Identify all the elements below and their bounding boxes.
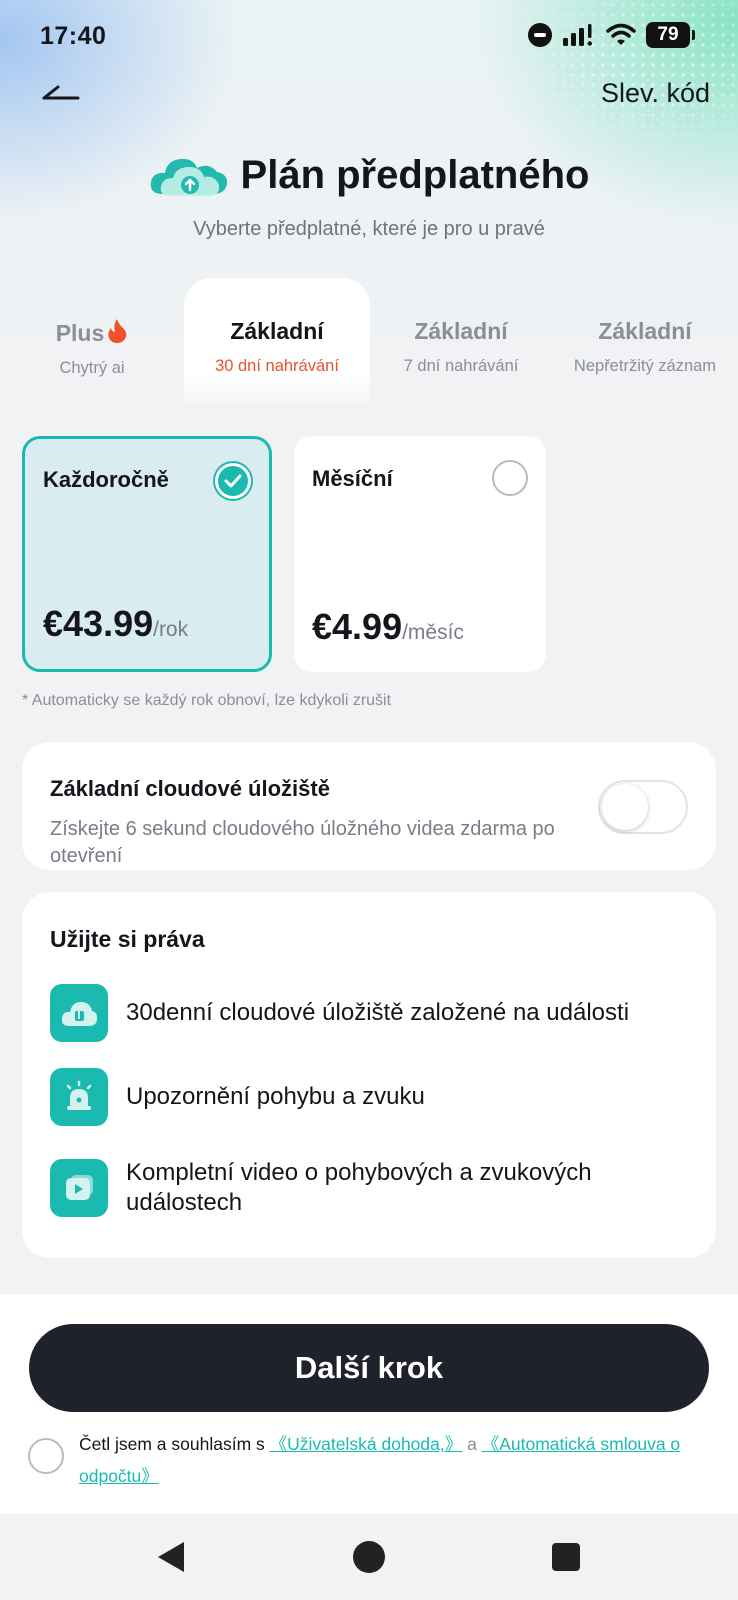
plan-price: €43.99/rok bbox=[43, 603, 189, 644]
battery-indicator: 79 bbox=[646, 22, 695, 48]
next-step-button[interactable]: Další krok bbox=[29, 1324, 709, 1412]
alarm-icon bbox=[50, 1068, 108, 1126]
system-nav-bar bbox=[0, 1514, 738, 1600]
plan-name: Každoročně bbox=[43, 467, 169, 492]
renew-note: * Automaticky se každý rok obnoví, lze k… bbox=[22, 692, 392, 709]
signal-icon bbox=[563, 24, 592, 46]
bottom-action-area: Další krok Četl jsem a souhlasím s 《Uživ… bbox=[0, 1294, 738, 1514]
do-not-disturb-icon bbox=[528, 23, 552, 47]
plan-period: /měsíc bbox=[402, 621, 464, 644]
plan-card-yearly[interactable]: Každoročně €43.99/rok bbox=[22, 436, 272, 672]
status-icons: 79 bbox=[528, 22, 695, 48]
video-play-icon bbox=[50, 1159, 108, 1217]
tab-subtitle: 7 dní nahrávání bbox=[403, 357, 519, 375]
tab-subtitle: 30 dní nahrávání bbox=[215, 357, 339, 375]
benefit-label: 30denní cloudové úložiště založené na ud… bbox=[126, 999, 630, 1026]
wifi-icon bbox=[606, 23, 636, 45]
benefit-item: Kompletní video o pohybových a zvukových… bbox=[50, 1158, 690, 1218]
tab-title: Základní bbox=[414, 318, 508, 344]
benefit-item: 30denní cloudové úložiště založené na ud… bbox=[50, 984, 690, 1042]
nav-back-icon[interactable] bbox=[158, 1542, 184, 1572]
nav-recent-apps-icon[interactable] bbox=[552, 1543, 580, 1571]
storage-toggle[interactable] bbox=[598, 780, 688, 834]
cloud-storage-card: Základní cloudové úložiště Získejte 6 se… bbox=[22, 742, 716, 870]
rights-card: Užijte si práva 30denní cloudové úložišt… bbox=[22, 892, 716, 1258]
plan-name: Měsíční bbox=[312, 466, 393, 491]
plan-card-monthly[interactable]: Měsíční €4.99/měsíc bbox=[294, 436, 546, 672]
storage-description: Získejte 6 sekund cloudového úložného vi… bbox=[50, 818, 555, 867]
tab-plus[interactable]: Plus Chytrý ai bbox=[0, 278, 184, 402]
status-time: 17:40 bbox=[40, 22, 107, 50]
storage-title: Základní cloudové úložiště bbox=[50, 776, 330, 801]
tab-title: Plus bbox=[0, 318, 184, 347]
page-title: Plán předplatného bbox=[240, 152, 590, 197]
flame-icon bbox=[108, 319, 127, 343]
toggle-knob bbox=[602, 784, 648, 830]
nav-home-icon[interactable] bbox=[353, 1541, 385, 1573]
tab-basic-continuous[interactable]: Základní Nepřetržitý záznam bbox=[552, 278, 738, 402]
agreement-text: Četl jsem a souhlasím s 《Uživatelská doh… bbox=[79, 1428, 709, 1492]
promo-code-link[interactable]: Slev. kód bbox=[601, 78, 710, 109]
checkmark-icon bbox=[215, 463, 251, 499]
tab-subtitle: Nepřetržitý záznam bbox=[573, 357, 717, 375]
benefit-label: Upozornění pohybu a zvuku bbox=[126, 1083, 425, 1110]
cloud-storage-icon bbox=[50, 984, 108, 1042]
back-arrow-icon bbox=[42, 85, 80, 100]
benefit-item: Upozornění pohybu a zvuku bbox=[50, 1068, 690, 1126]
back-button[interactable] bbox=[40, 78, 90, 118]
plan-tabs: Plus Chytrý ai Základní 30 dní nahrávání… bbox=[0, 278, 738, 402]
title-row: Plán předplatného bbox=[0, 150, 738, 200]
tab-basic-7-days[interactable]: Základní 7 dní nahrávání bbox=[370, 278, 552, 402]
tab-basic-30-days[interactable]: Základní 30 dní nahrávání bbox=[184, 278, 370, 402]
agreement-conjunction: a bbox=[467, 1434, 477, 1454]
tab-title: Základní bbox=[598, 318, 692, 344]
user-agreement-link[interactable]: 《Uživatelská dohoda,》 bbox=[270, 1434, 463, 1454]
plan-price: €4.99/měsíc bbox=[312, 606, 464, 647]
agreement-prefix: Četl jsem a souhlasím s bbox=[79, 1434, 265, 1454]
agree-checkbox[interactable] bbox=[28, 1438, 64, 1474]
page-subtitle: Vyberte předplatné, které je pro u pravé bbox=[193, 218, 545, 240]
radio-unchecked-icon bbox=[492, 460, 528, 496]
tab-subtitle: Chytrý ai bbox=[59, 359, 125, 377]
tab-title: Základní bbox=[230, 318, 324, 344]
cloud-upload-icon bbox=[150, 158, 227, 196]
benefit-label: Kompletní video o pohybových a zvukových… bbox=[126, 1159, 592, 1216]
status-bar: 17:40 79 bbox=[0, 0, 738, 72]
rights-title: Užijte si práva bbox=[50, 926, 205, 952]
plan-period: /rok bbox=[153, 618, 189, 641]
